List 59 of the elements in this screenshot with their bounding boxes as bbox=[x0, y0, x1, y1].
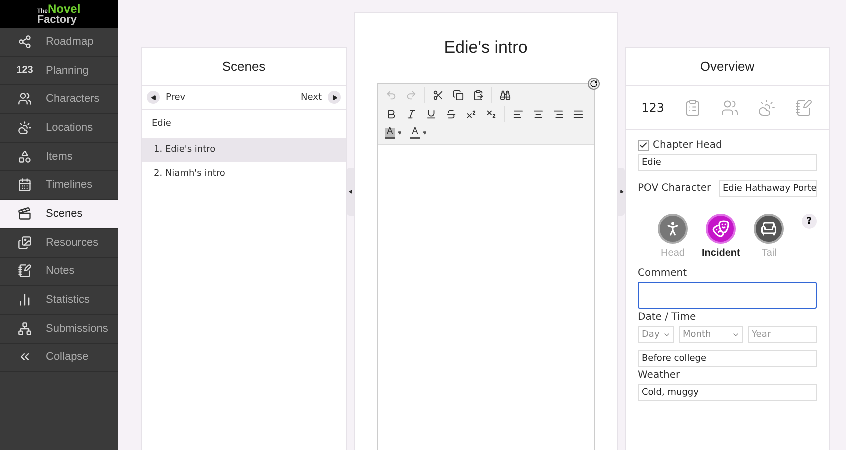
field-label: Comment bbox=[638, 268, 688, 279]
sidebar-label: Locations bbox=[46, 122, 94, 134]
refresh-icon[interactable] bbox=[588, 78, 600, 90]
masks-icon bbox=[706, 214, 736, 244]
field-label: Date / Time bbox=[638, 312, 698, 323]
collapse-handle[interactable] bbox=[347, 168, 354, 216]
sidebar-label: Collapse bbox=[46, 351, 89, 364]
next-button[interactable]: Next bbox=[301, 91, 341, 104]
number-tab[interactable]: 123 bbox=[640, 98, 667, 116]
sidebar-item[interactable]: Characters bbox=[0, 85, 118, 114]
sidebar-label: Scenes bbox=[46, 208, 83, 220]
sidebar-item[interactable]: Scenes bbox=[0, 200, 118, 229]
number-icon: 123 bbox=[14, 65, 36, 76]
sidebar-item[interactable]: Locations bbox=[0, 114, 118, 143]
date-text-field[interactable]: Before college bbox=[638, 350, 817, 367]
caret-icon bbox=[398, 131, 402, 135]
sidebar-label: Statistics bbox=[46, 294, 90, 306]
field-label: POV Character bbox=[638, 183, 712, 194]
sidebar-item[interactable]: Items bbox=[0, 142, 118, 172]
stage-label: Head bbox=[661, 248, 685, 259]
text-color-button[interactable]: A bbox=[406, 124, 432, 142]
field-label: Weather bbox=[638, 370, 682, 381]
pov-select[interactable]: Edie Hathaway Porte bbox=[719, 180, 817, 197]
stage-label: Tail bbox=[762, 248, 777, 259]
checkbox-label: Chapter Head bbox=[653, 140, 722, 151]
help-button[interactable]: ? bbox=[802, 214, 817, 229]
year-field[interactable]: Year bbox=[748, 326, 817, 343]
caret-icon bbox=[423, 131, 428, 135]
sidebar-label: Timelines bbox=[46, 179, 93, 192]
sidebar-label: Roadmap bbox=[46, 36, 94, 48]
sidebar-label: Planning bbox=[46, 64, 89, 77]
month-select[interactable]: Month bbox=[679, 326, 743, 343]
sidebar-item[interactable]: Notes bbox=[0, 258, 118, 286]
sidebar-item[interactable]: Roadmap bbox=[0, 28, 118, 57]
weather-field[interactable]: Cold, muggy bbox=[638, 384, 817, 401]
scene-item[interactable]: 1. Edie's intro bbox=[142, 138, 346, 162]
sidebar-label: Characters bbox=[46, 93, 100, 106]
sidebar-item[interactable]: Collapse bbox=[0, 344, 118, 372]
panel-title: Scenes bbox=[142, 48, 346, 86]
sidebar-label: Notes bbox=[46, 265, 75, 278]
prev-button[interactable]: Prev bbox=[147, 91, 186, 104]
sidebar-label: Resources bbox=[46, 236, 99, 249]
collapse-handle[interactable] bbox=[618, 168, 625, 216]
highlight-color-button[interactable]: A bbox=[381, 124, 406, 142]
chapter-head-field[interactable]: Edie bbox=[638, 154, 817, 171]
stage-option[interactable]: Incident bbox=[702, 214, 740, 259]
checkbox[interactable] bbox=[638, 140, 649, 151]
scene-title: Edie's intro bbox=[443, 37, 529, 59]
sidebar-label: Submissions bbox=[46, 322, 108, 335]
day-select[interactable]: Day bbox=[638, 326, 674, 343]
sidebar-item[interactable]: 123 Planning bbox=[0, 56, 118, 86]
stage-label: Incident bbox=[702, 248, 740, 259]
sidebar-item[interactable]: Submissions bbox=[0, 314, 118, 344]
comment-field[interactable] bbox=[638, 282, 817, 309]
chapter-title: Edie bbox=[151, 118, 172, 131]
sidebar-item[interactable]: Statistics bbox=[0, 286, 118, 315]
sidebar-label: Items bbox=[46, 150, 73, 163]
sidebar-item[interactable]: Resources bbox=[0, 228, 118, 258]
panel-title: Overview bbox=[626, 48, 829, 86]
